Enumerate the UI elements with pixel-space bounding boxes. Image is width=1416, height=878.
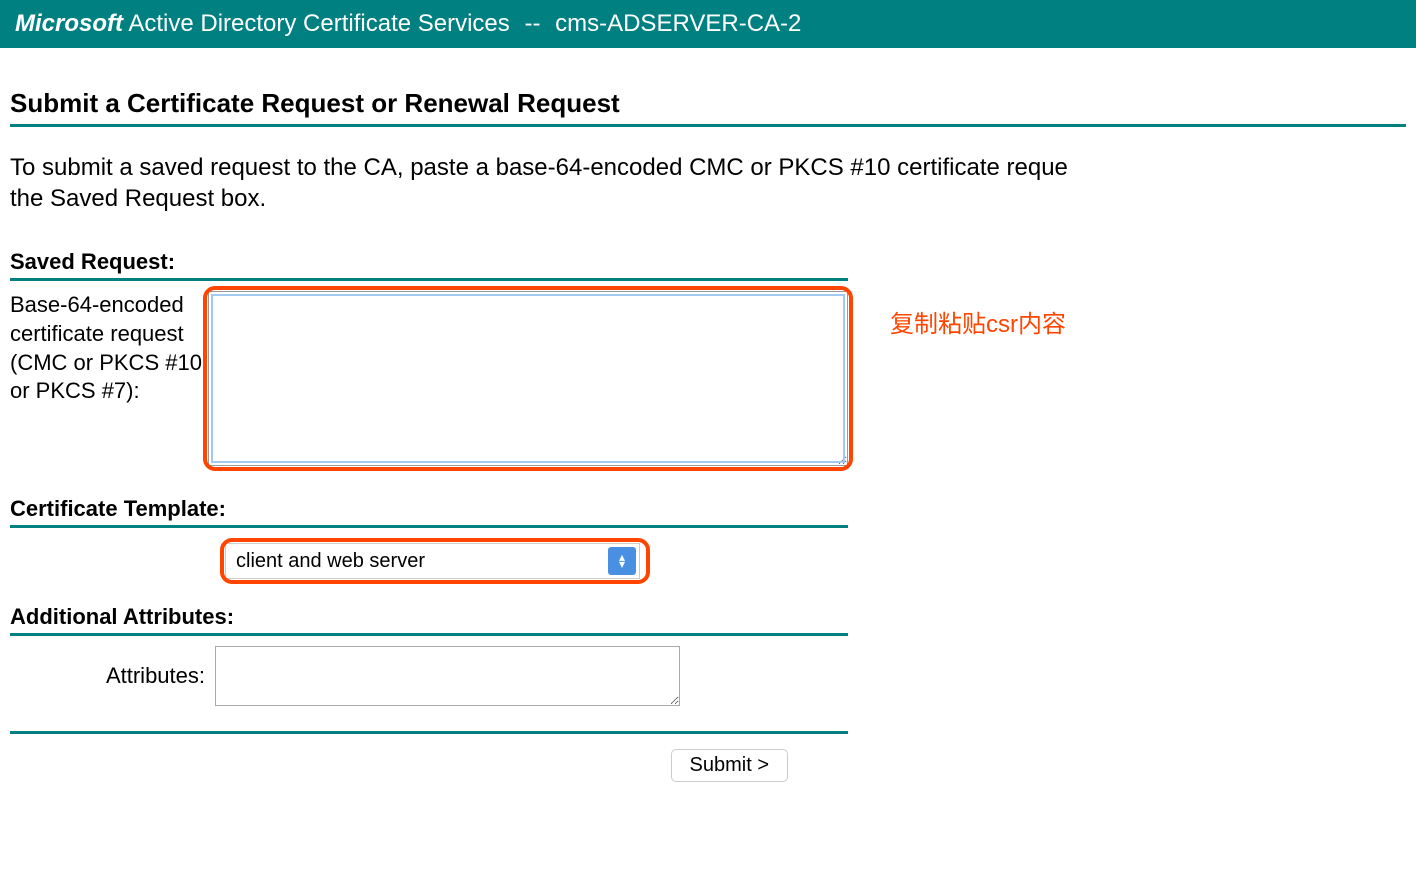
content-area: Submit a Certificate Request or Renewal … [0, 48, 1416, 797]
saved-request-rule [10, 278, 848, 281]
saved-request-section: Saved Request: Base-64-encoded certifica… [10, 249, 848, 471]
service-text: Active Directory Certificate Services [128, 10, 509, 37]
header-bar: Microsoft Active Directory Certificate S… [0, 0, 1416, 48]
header-separator: -- [524, 10, 540, 37]
bottom-rule [10, 731, 848, 734]
attributes-section: Additional Attributes: Attributes: [10, 604, 848, 706]
attributes-title: Additional Attributes: [10, 604, 848, 630]
title-rule [10, 124, 1406, 127]
brand-text: Microsoft [15, 10, 123, 37]
submit-button[interactable]: Submit > [671, 749, 788, 782]
attributes-textarea[interactable] [215, 646, 680, 706]
ca-name: cms-ADSERVER-CA-2 [555, 10, 801, 37]
template-title: Certificate Template: [10, 496, 848, 522]
submit-row: Submit > [10, 749, 848, 782]
template-rule [10, 525, 848, 528]
csr-textarea[interactable] [208, 291, 848, 466]
attributes-label: Attributes: [10, 662, 215, 691]
instructions-text: To submit a saved request to the CA, pas… [10, 152, 1406, 214]
page-title: Submit a Certificate Request or Renewal … [10, 88, 1406, 119]
saved-request-title: Saved Request: [10, 249, 848, 275]
template-select[interactable]: client and web server [225, 543, 640, 579]
template-section: Certificate Template: client and web ser… [10, 496, 848, 579]
attributes-rule [10, 633, 848, 636]
csr-label: Base-64-encoded certificate request (CMC… [10, 291, 208, 405]
csr-annotation: 复制粘贴csr内容 [890, 304, 1066, 339]
